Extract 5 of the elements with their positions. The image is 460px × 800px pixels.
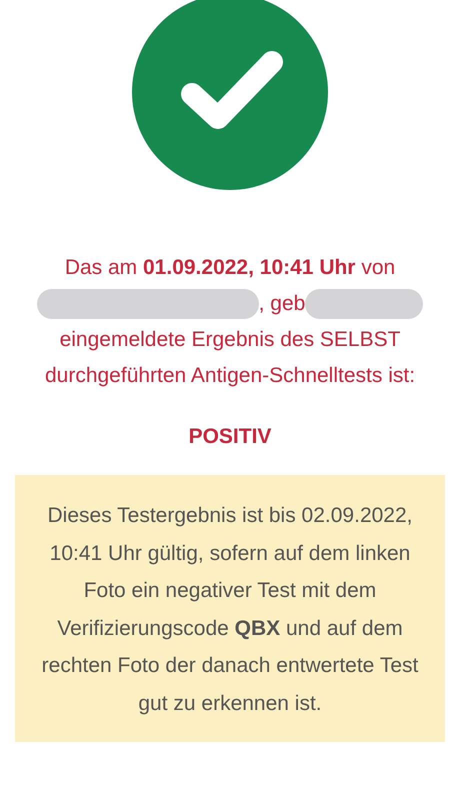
notice-text: Dieses Testergebnis ist bis 02.09.2022, 10:41 Uhr gültig, sofern auf dem linken Foto ein negativer Test mit dem Verifizierungscode QBX und auf dem rechten Foto der danach entwertete Test gut zu erkennen ist. [40, 503, 420, 716]
result-message: , geb [258, 291, 306, 317]
result-message: eingemeldete Ergebnis des SELBST durchgeführten Antigen-Schnelltests ist: [44, 327, 416, 389]
result-label: POSITIV [188, 424, 272, 450]
result-message: Das am 01.09.2022, 10:41 Uhr von [64, 255, 396, 281]
